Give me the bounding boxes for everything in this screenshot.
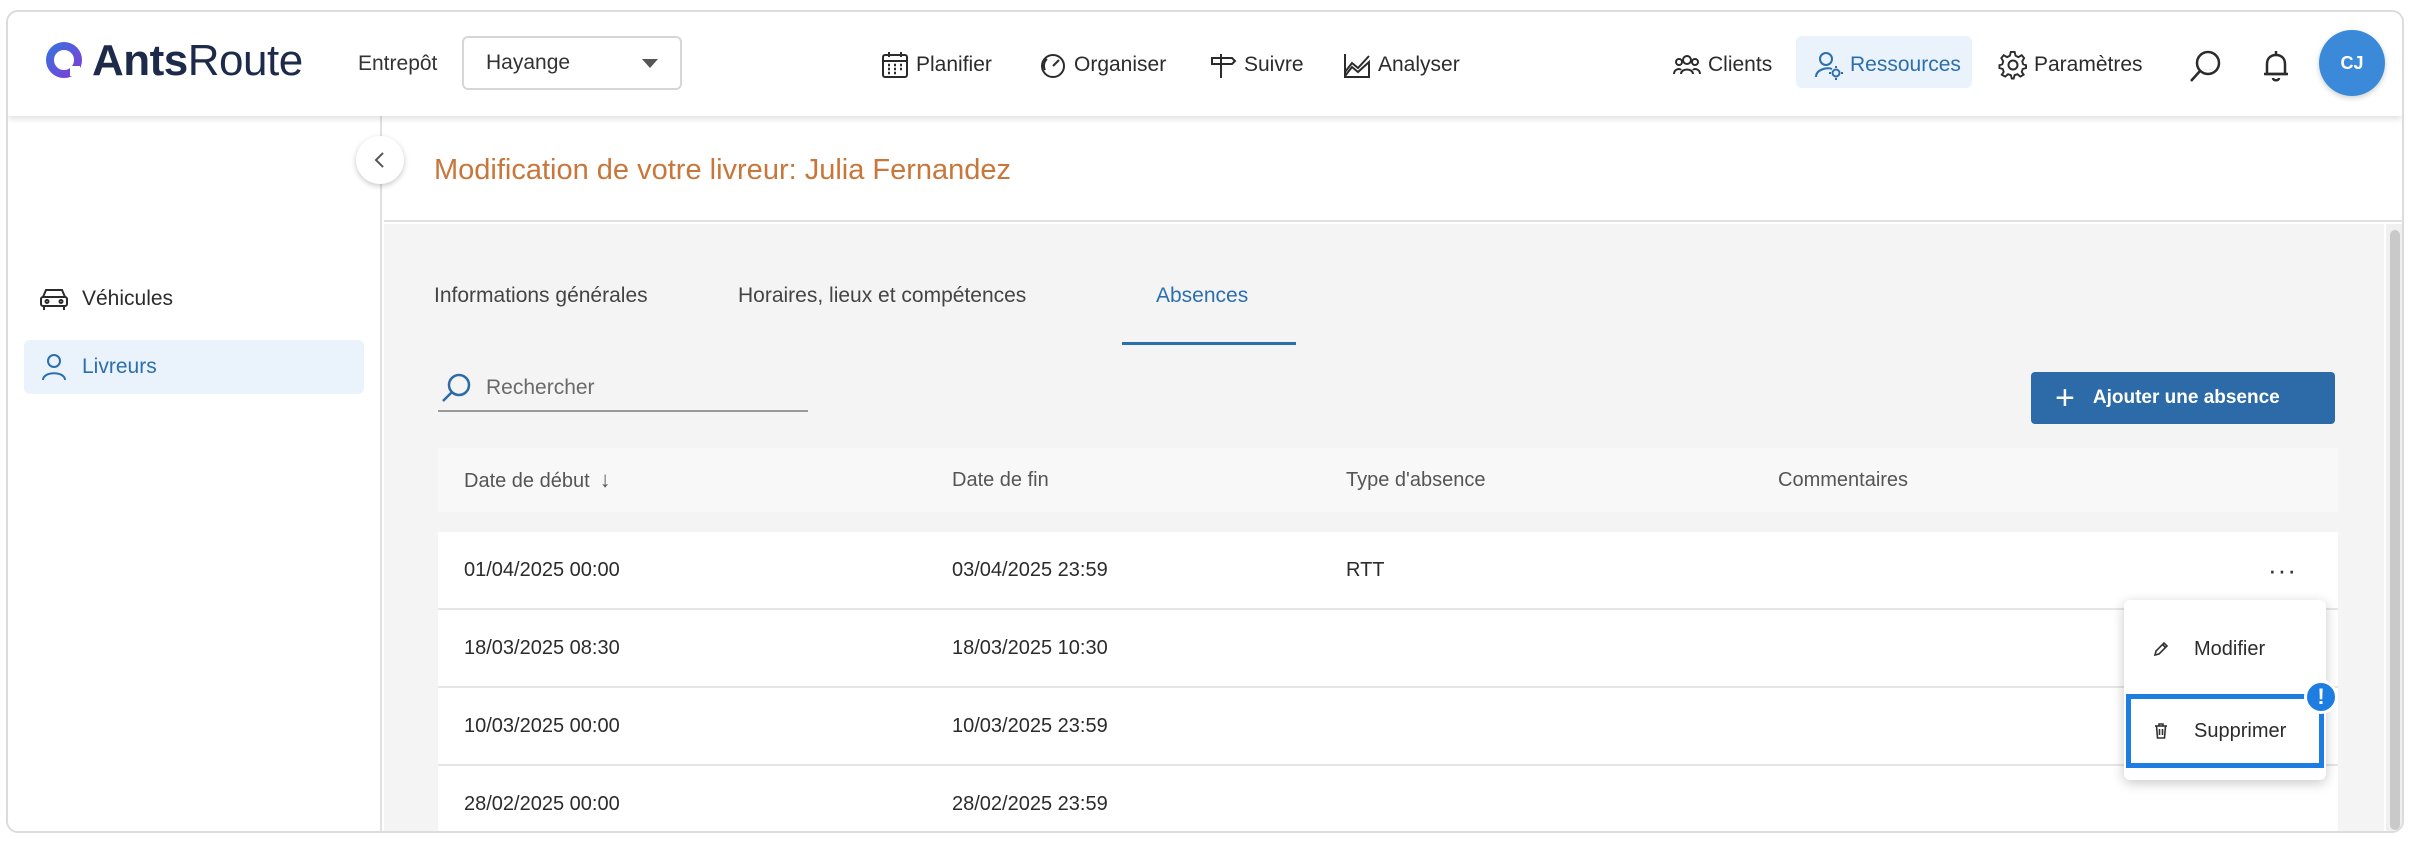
- table-row[interactable]: 28/02/2025 00:00 28/02/2025 23:59: [438, 766, 2338, 831]
- nav-label: Suivre: [1244, 53, 1304, 76]
- signpost-icon: [1211, 54, 1237, 78]
- sidebar-collapse-button[interactable]: [356, 136, 404, 184]
- menu-item-modifier[interactable]: Modifier: [2124, 612, 2326, 686]
- column-header-end[interactable]: Date de fin: [952, 469, 1049, 492]
- cell-end: 28/02/2025 23:59: [952, 792, 1108, 815]
- user-avatar[interactable]: CJ: [2319, 30, 2385, 96]
- column-header-start[interactable]: Date de début ↓: [464, 467, 611, 493]
- nav-label: Ressources: [1850, 53, 1961, 76]
- resources-icon: [1815, 52, 1843, 80]
- menu-item-label: Supprimer: [2194, 719, 2287, 742]
- ants-logo-icon: [46, 42, 82, 78]
- add-absence-button[interactable]: + Ajouter une absence: [2031, 372, 2335, 424]
- chart-icon: [1344, 54, 1370, 78]
- cell-end: 10/03/2025 23:59: [952, 714, 1108, 737]
- nav-label: Analyser: [1378, 53, 1460, 76]
- nav-ressources[interactable]: Ressources: [1814, 48, 1961, 82]
- cell-start: 01/04/2025 00:00: [464, 558, 620, 581]
- absences-table: Date de début ↓ Date de fin Type d'absenc…: [438, 448, 2338, 831]
- alert-badge-icon: !: [2304, 680, 2338, 714]
- cell-end: 18/03/2025 10:30: [952, 636, 1108, 659]
- gauge-icon: [1041, 54, 1065, 78]
- table-row[interactable]: 18/03/2025 08:30 18/03/2025 10:30: [438, 610, 2338, 688]
- sidebar-item-vehicules[interactable]: Véhicules: [24, 272, 364, 326]
- chevron-left-icon: [374, 152, 384, 168]
- row-actions-menu: Modifier Supprimer: [2124, 600, 2326, 780]
- scrollbar-thumb[interactable]: [2390, 230, 2400, 830]
- vertical-scrollbar[interactable]: [2386, 224, 2402, 831]
- clients-icon: [1673, 55, 1701, 75]
- cell-start: 10/03/2025 00:00: [464, 714, 620, 737]
- row-actions-button[interactable]: ···: [2268, 555, 2297, 586]
- logo[interactable]: AntsRoute: [44, 36, 303, 86]
- warehouse-select[interactable]: Hayange: [462, 36, 682, 90]
- cell-start: 28/02/2025 00:00: [464, 792, 620, 815]
- gear-icon: [1998, 50, 2027, 80]
- nav-planifier[interactable]: Planifier: [880, 48, 992, 82]
- nav-parametres[interactable]: Paramètres: [1998, 48, 2143, 82]
- trash-icon: [2155, 723, 2167, 739]
- calendar-icon: [882, 52, 908, 78]
- main-content: Informations générales Horaires, lieux e…: [384, 224, 2384, 831]
- nav-label: Organiser: [1074, 53, 1167, 76]
- table-header: Date de début ↓ Date de fin Type d'absenc…: [438, 448, 2338, 512]
- cell-type: RTT: [1346, 558, 1385, 581]
- nav-label: Planifier: [916, 53, 992, 76]
- app-window: AntsRoute Entrepôt Hayange Planifier Org…: [6, 10, 2404, 833]
- menu-item-label: Modifier: [2194, 637, 2266, 660]
- page-title: Modification de votre livreur: Julia Fer…: [434, 154, 1012, 186]
- sidebar-item-livreurs[interactable]: Livreurs: [24, 340, 364, 394]
- cell-end: 03/04/2025 23:59: [952, 558, 1108, 581]
- menu-item-supprimer[interactable]: Supprimer: [2124, 694, 2326, 768]
- page-header: Modification de votre livreur: Julia Fer…: [384, 116, 2402, 222]
- sort-down-icon: ↓: [599, 467, 611, 492]
- warehouse-label: Entrepôt: [358, 52, 438, 75]
- nav-suivre[interactable]: Suivre: [1208, 48, 1304, 82]
- tab-horaires[interactable]: Horaires, lieux et compétences: [738, 284, 1026, 308]
- column-header-comment[interactable]: Commentaires: [1778, 469, 1908, 492]
- sidebar: Véhicules Livreurs: [8, 116, 382, 831]
- active-tab-indicator: [1122, 342, 1296, 345]
- sidebar-item-label: Livreurs: [82, 355, 157, 378]
- logo-text: AntsRoute: [92, 36, 303, 85]
- nav-label: Clients: [1708, 53, 1773, 76]
- column-header-type[interactable]: Type d'absence: [1346, 469, 1485, 492]
- search-icon[interactable]: [2188, 48, 2224, 84]
- plus-icon: +: [2055, 379, 2075, 417]
- nav-label: Paramètres: [2034, 53, 2143, 76]
- nav-clients[interactable]: Clients: [1672, 48, 1772, 82]
- top-navigation-bar: AntsRoute Entrepôt Hayange Planifier Org…: [8, 12, 2402, 116]
- search-icon: [442, 373, 471, 402]
- pencil-icon: [2153, 641, 2169, 657]
- nav-organiser[interactable]: Organiser: [1038, 48, 1166, 82]
- add-absence-label: Ajouter une absence: [2092, 387, 2280, 408]
- warehouse-value: Hayange: [486, 51, 571, 74]
- cell-start: 18/03/2025 08:30: [464, 636, 620, 659]
- chevron-down-icon: [642, 58, 658, 68]
- search-field[interactable]: [438, 366, 808, 412]
- user-icon: [42, 354, 66, 381]
- search-input[interactable]: [486, 376, 786, 400]
- table-row[interactable]: 01/04/2025 00:00 03/04/2025 23:59 RTT ··…: [438, 532, 2338, 610]
- tab-informations-generales[interactable]: Informations générales: [434, 284, 648, 308]
- table-row[interactable]: 10/03/2025 00:00 10/03/2025 23:59: [438, 688, 2338, 766]
- car-icon: [40, 289, 68, 310]
- sidebar-item-label: Véhicules: [82, 287, 174, 310]
- nav-analyser[interactable]: Analyser: [1342, 48, 1460, 82]
- tab-absences[interactable]: Absences: [1156, 284, 1248, 308]
- bell-icon[interactable]: [2258, 48, 2294, 84]
